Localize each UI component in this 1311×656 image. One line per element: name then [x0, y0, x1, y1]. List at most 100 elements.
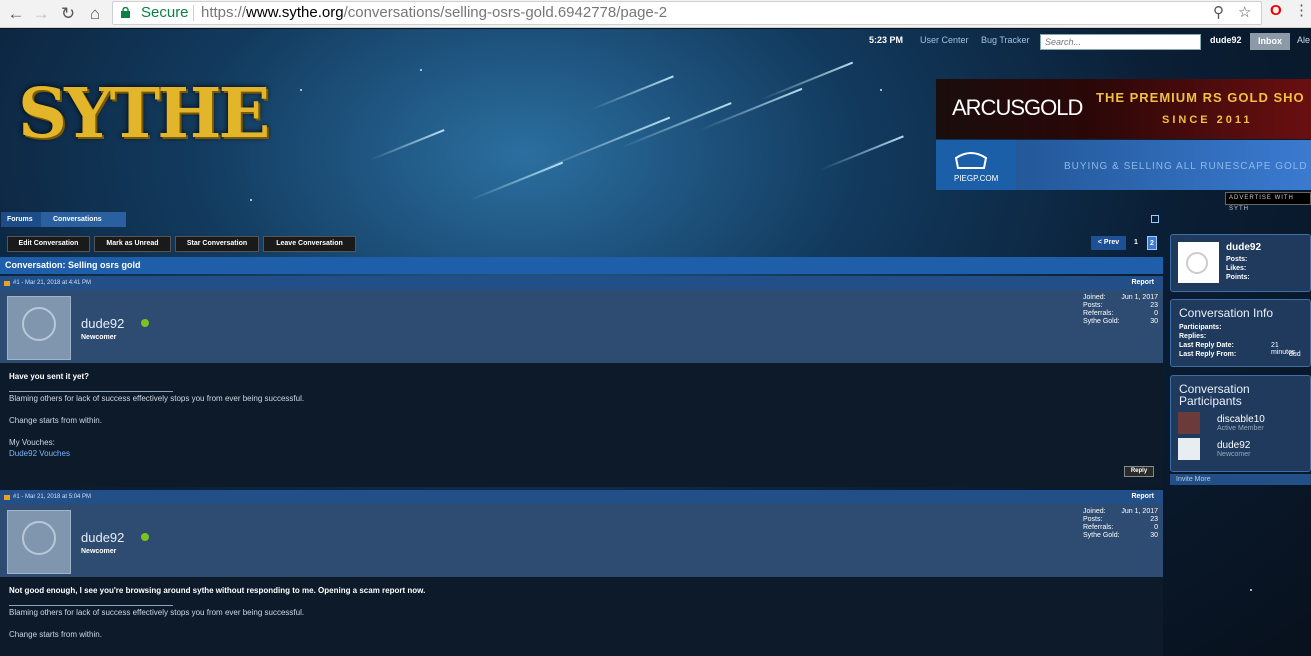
decor-star [250, 199, 252, 201]
author-name[interactable]: dude92 [81, 530, 124, 545]
vouches-link[interactable]: Dude92 Vouches [9, 449, 70, 458]
address-separator [193, 5, 194, 21]
address-bar[interactable]: Secure https://www.sythe.org/conversatio… [112, 1, 1262, 25]
report-link[interactable]: Report [1131, 276, 1154, 290]
signature-divider [9, 391, 173, 392]
participant-rank: Active Member [1217, 425, 1264, 432]
stat-label: Sythe Gold: [1083, 532, 1120, 539]
post-timestamp[interactable]: #1 - Mar 21, 2018 at 4:41 PM [13, 276, 91, 290]
conversation-info-box: Conversation Info Participants: Replies:… [1170, 299, 1311, 367]
mark-unread-button[interactable]: Mark as Unread [94, 236, 171, 252]
decor-star [1250, 589, 1252, 591]
zoom-icon[interactable]: ⚲ [1213, 3, 1224, 21]
sidebar-avatar[interactable] [1178, 242, 1219, 283]
breadcrumb-conversations[interactable]: Conversations [41, 212, 126, 227]
leave-conversation-button[interactable]: Leave Conversation [263, 236, 356, 252]
stat-value: 30 [1150, 318, 1158, 325]
report-link[interactable]: Report [1131, 490, 1154, 504]
page-2-current: 2 [1147, 236, 1157, 250]
piegp-logo: PIEGP.COM [936, 140, 1016, 190]
male-icon [22, 521, 56, 555]
sidebar-profile: dude92 Posts: Likes: Points: [1170, 234, 1311, 292]
author-stats: Joined: Jun 1, 2017 Posts: 23 Referrals: 0 … [1083, 508, 1158, 540]
stat-label: Referrals: [1083, 524, 1114, 531]
author-rank: Newcomer [81, 548, 117, 555]
avatar[interactable] [7, 296, 71, 360]
post-author-block: dude92 Newcomer Joined: Jun 1, 2017 Posts… [0, 290, 1163, 363]
stadium-icon [954, 152, 988, 169]
signature-divider [9, 605, 173, 606]
forward-icon[interactable]: → [31, 4, 51, 24]
decor-streak [819, 135, 904, 171]
decor-streak [469, 161, 564, 201]
post-author-block: dude92 Newcomer Joined: Jun 1, 2017 Posts… [0, 504, 1163, 577]
signature-line: Blaming others for lack of success effec… [9, 608, 305, 617]
decor-streak [759, 61, 854, 101]
male-icon [22, 307, 56, 341]
post-timestamp[interactable]: #1 - Mar 21, 2018 at 5:04 PM [13, 490, 91, 504]
stat-value: Jun 1, 2017 [1121, 294, 1158, 301]
lock-icon [121, 7, 130, 18]
piegp-banner-ad[interactable]: PIEGP.COM BUYING & SELLING ALL RUNESCAPE… [936, 140, 1311, 190]
reload-icon[interactable]: ↻ [58, 4, 78, 24]
stat-value: 0 [1154, 310, 1158, 317]
replies-label: Replies: [1179, 333, 1207, 340]
avatar[interactable] [7, 510, 71, 574]
decor-star [300, 89, 302, 91]
message-post: #1 - Mar 21, 2018 at 5:04 PM Report dude… [0, 490, 1163, 656]
breadcrumb-forums[interactable]: Forums [1, 212, 41, 227]
advertise-link[interactable]: ADVERTISE WITH SYTH [1225, 192, 1311, 212]
alerts-link[interactable]: Ale [1297, 35, 1310, 45]
page: 5:23 PM User Center Bug Tracker dude92 I… [0, 29, 1311, 656]
conversation-main: Conversation: Selling osrs gold #1 - Mar… [0, 257, 1163, 656]
online-status-icon [141, 319, 149, 327]
sythe-logo[interactable]: SYTHE [18, 74, 270, 154]
stat-label: Joined: [1083, 508, 1106, 515]
star-icon[interactable]: ☆ [1238, 3, 1251, 21]
star-conversation-button[interactable]: Star Conversation [175, 236, 259, 252]
male-icon [1186, 252, 1208, 274]
conversation-participants-box: Conversation Participants discable10 Act… [1170, 375, 1311, 472]
stat-label: Referrals: [1083, 310, 1114, 317]
search-input[interactable] [1040, 34, 1201, 50]
conversation-info-title: Conversation Info [1179, 306, 1274, 320]
participant-name[interactable]: dude92 [1217, 440, 1250, 451]
stat-label: Joined: [1083, 294, 1106, 301]
signature-line: Blaming others for lack of success effec… [9, 394, 305, 403]
back-icon[interactable]: ← [6, 4, 26, 24]
author-stats: Joined: Jun 1, 2017 Posts: 23 Referrals: 0 … [1083, 294, 1158, 326]
sidebar-points-label: Points: [1226, 274, 1250, 281]
conversation-title: Conversation: Selling osrs gold [0, 257, 1163, 274]
participant-name[interactable]: discable10 [1217, 414, 1265, 425]
invite-more-link[interactable]: Invite More [1170, 474, 1311, 485]
participant-avatar[interactable] [1178, 438, 1200, 460]
bug-tracker-link[interactable]: Bug Tracker [981, 35, 1030, 45]
ad-brand: PIEGP.COM [954, 174, 999, 183]
browser-chrome: ← → ↻ ⌂ Secure https://www.sythe.org/con… [0, 0, 1311, 28]
last-reply-from: Last Reply From: dud [1179, 351, 1301, 358]
participants-label: Participants: [1179, 324, 1222, 331]
inbox-button[interactable]: Inbox [1250, 33, 1290, 50]
arcusgold-banner-ad[interactable]: ARCUSGOLD THE PREMIUM RS GOLD SHO SINCE … [936, 79, 1311, 139]
expand-icon[interactable] [1151, 215, 1159, 223]
participant-avatar[interactable] [1178, 412, 1200, 434]
message-text: Have you sent it yet? [9, 372, 90, 381]
last-reply-date: Last Reply Date: 21 minutes [1179, 342, 1296, 356]
opera-extension-icon[interactable]: O [1270, 2, 1282, 19]
sidebar-username[interactable]: dude92 [1226, 242, 1261, 253]
prev-page-button[interactable]: < Prev [1091, 236, 1126, 250]
ad-brand: ARCUSGOLD [952, 95, 1083, 120]
user-center-link[interactable]: User Center [920, 35, 969, 45]
edit-conversation-button[interactable]: Edit Conversation [7, 236, 90, 252]
reply-button[interactable]: Reply [1124, 466, 1154, 477]
online-status-icon [141, 533, 149, 541]
ad-headline: THE PREMIUM RS GOLD SHO [1096, 90, 1305, 105]
menu-icon[interactable]: ⋮ [1294, 1, 1309, 19]
signature-line: My Vouches: [9, 438, 55, 447]
stat-value: 23 [1150, 516, 1158, 523]
author-name[interactable]: dude92 [81, 316, 124, 331]
account-username[interactable]: dude92 [1210, 35, 1242, 45]
page-1-link[interactable]: 1 [1129, 236, 1143, 250]
decor-star [880, 89, 882, 91]
home-icon[interactable]: ⌂ [85, 4, 105, 24]
